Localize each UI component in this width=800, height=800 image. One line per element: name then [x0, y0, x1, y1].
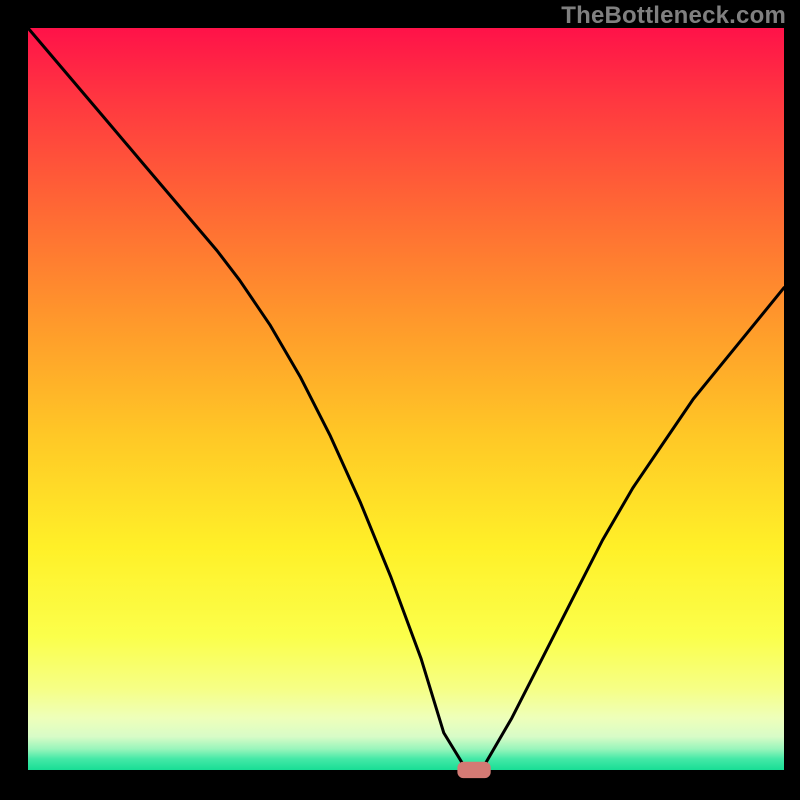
bottleneck-chart	[0, 0, 800, 800]
watermark-text: TheBottleneck.com	[561, 2, 786, 30]
optimal-point-marker	[457, 762, 490, 778]
plot-background	[28, 28, 784, 770]
chart-frame: { "watermark": "TheBottleneck.com", "col…	[0, 0, 800, 800]
